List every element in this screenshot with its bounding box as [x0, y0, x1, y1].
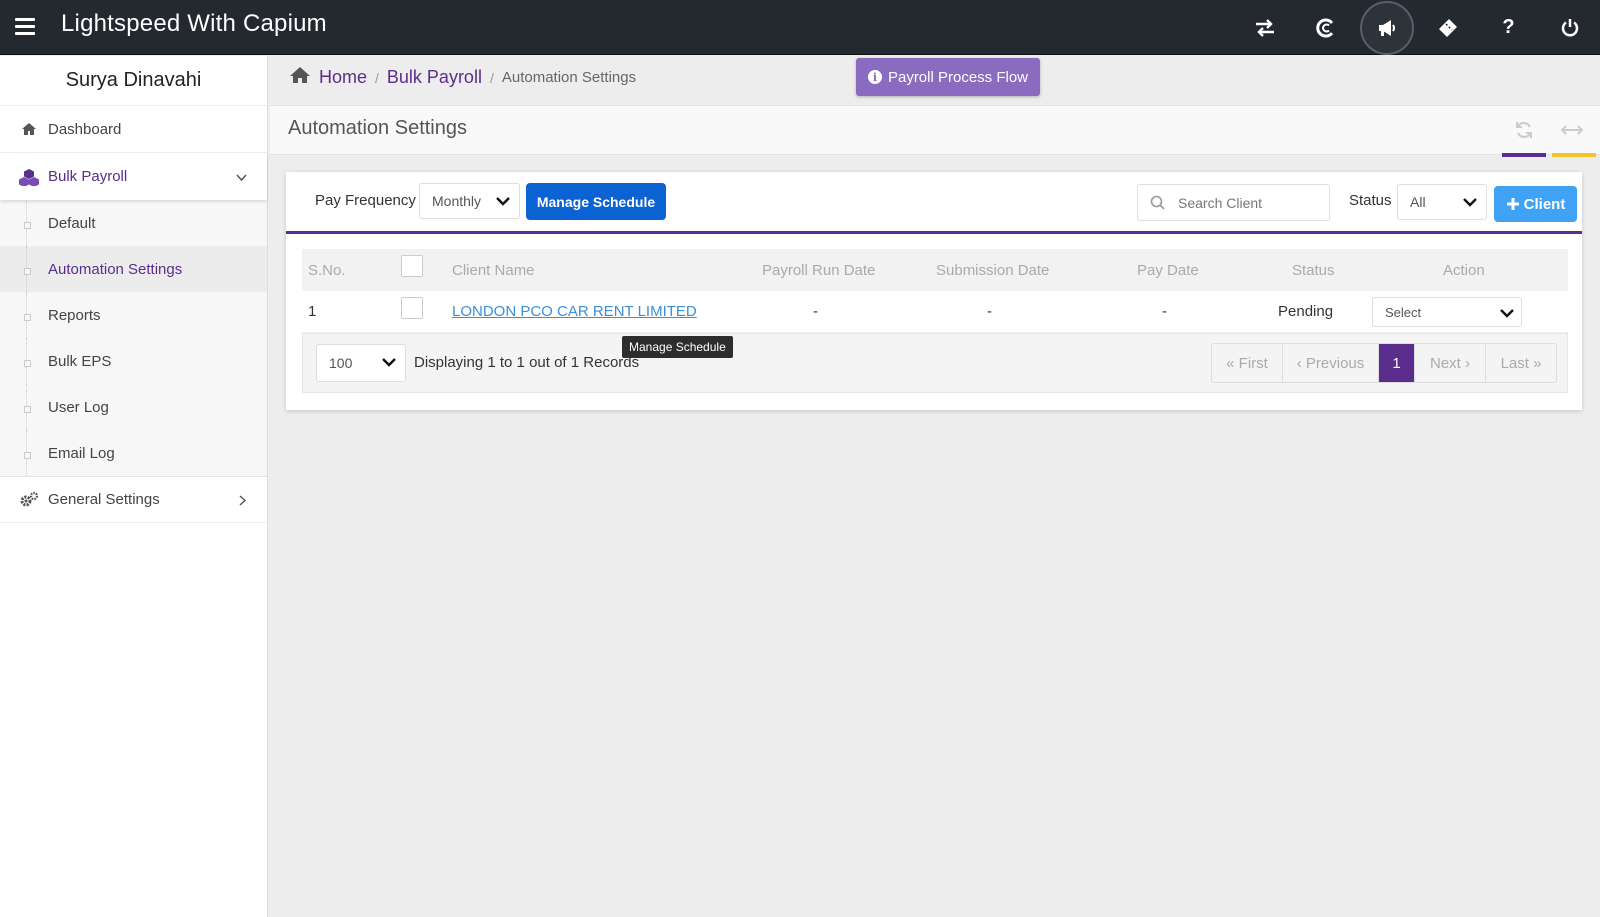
row-pay-date: -: [1162, 303, 1167, 320]
top-icons: ?: [1234, 0, 1600, 55]
bulk-payroll-submenu: Default Automation Settings Reports Bulk…: [0, 200, 267, 476]
pagination-page-1[interactable]: 1: [1379, 344, 1415, 382]
manage-schedule-button[interactable]: Manage Schedule: [526, 183, 666, 220]
sidebar-item-automation-settings[interactable]: Automation Settings: [0, 246, 267, 292]
row-submission-date: -: [987, 303, 992, 320]
sidebar-item-user-log[interactable]: User Log: [0, 384, 267, 430]
capium-icon[interactable]: [1295, 0, 1356, 55]
col-submission-date: Submission Date: [936, 261, 1050, 279]
transfer-icon[interactable]: [1234, 0, 1295, 55]
row-checkbox[interactable]: [401, 297, 423, 319]
status-label: Status: [1349, 192, 1392, 209]
clients-table: S.No. Client Name Payroll Run Date Submi…: [302, 249, 1568, 333]
sidebar-item-label: Bulk Payroll: [48, 168, 128, 185]
home-icon[interactable]: [289, 66, 311, 89]
table-footer: 100 Displaying 1 to 1 out of 1 Records «…: [302, 333, 1568, 393]
sidebar-item-bulk-payroll[interactable]: Bulk Payroll: [0, 153, 267, 200]
app-title: Lightspeed With Capium: [61, 10, 327, 37]
power-icon[interactable]: [1539, 0, 1600, 55]
sidebar-item-bulk-eps[interactable]: Bulk EPS: [0, 338, 267, 384]
yellow-accent-bar: [1552, 153, 1596, 157]
automation-settings-panel: Pay Frequency Monthly Manage Schedule Se…: [286, 172, 1582, 410]
sidebar-item-dashboard[interactable]: Dashboard: [0, 106, 267, 153]
hamburger-menu-icon[interactable]: [15, 18, 35, 36]
breadcrumb: Home / Bulk Payroll / Automation Setting…: [289, 66, 636, 89]
col-status: Status: [1292, 261, 1335, 279]
expand-width-icon[interactable]: [1560, 120, 1584, 143]
table-row: 1 LONDON PCO CAR RENT LIMITED - - - Pend…: [302, 291, 1568, 333]
chevron-down-icon: [1500, 309, 1514, 318]
megaphone-icon[interactable]: [1356, 0, 1417, 55]
row-payroll-run-date: -: [813, 303, 818, 320]
page-size-select[interactable]: 100: [316, 344, 406, 382]
col-pay-date: Pay Date: [1137, 261, 1199, 279]
payroll-process-flow-label: Payroll Process Flow: [887, 68, 1029, 86]
records-summary: Displaying 1 to 1 out of 1 Records: [414, 354, 640, 371]
select-all-checkbox[interactable]: [401, 255, 423, 277]
pagination-last[interactable]: Last »: [1486, 344, 1556, 382]
search-client-input[interactable]: Search Client: [1137, 184, 1330, 221]
breadcrumb-home[interactable]: Home: [319, 67, 367, 88]
breadcrumb-bulk-payroll[interactable]: Bulk Payroll: [387, 67, 482, 88]
user-name: Surya Dinavahi: [0, 56, 267, 106]
sidebar-item-default[interactable]: Default: [0, 200, 267, 246]
sidebar-item-label: General Settings: [48, 491, 160, 508]
breadcrumb-separator: /: [489, 69, 494, 86]
help-icon[interactable]: ?: [1478, 0, 1539, 55]
col-client-name: Client Name: [452, 261, 535, 279]
row-sno: 1: [308, 303, 317, 320]
top-bar: Lightspeed With Capium ?: [0, 0, 1600, 55]
client-name-link[interactable]: LONDON PCO CAR RENT LIMITED: [452, 303, 697, 320]
chevron-right-icon: [239, 493, 247, 510]
chevron-down-icon: [382, 358, 396, 367]
add-client-label: Client: [1523, 195, 1566, 213]
info-icon: i: [867, 70, 882, 84]
pay-frequency-select[interactable]: Monthly: [419, 183, 520, 219]
page-header: Automation Settings: [270, 105, 1600, 157]
pagination-next[interactable]: Next ›: [1415, 344, 1486, 382]
row-action-select[interactable]: Select: [1372, 297, 1522, 327]
sidebar-item-email-log[interactable]: Email Log: [0, 430, 267, 476]
manage-schedule-tooltip: Manage Schedule: [622, 336, 733, 358]
search-placeholder: Search Client: [1178, 194, 1263, 211]
status-value: All: [1410, 194, 1426, 210]
purple-accent-bar: [1502, 153, 1546, 157]
col-payroll-run-date: Payroll Run Date: [762, 261, 876, 279]
panel-toolbar: Pay Frequency Monthly Manage Schedule Se…: [286, 172, 1582, 234]
refresh-icon[interactable]: [1514, 120, 1534, 146]
page-size-value: 100: [329, 355, 353, 371]
pagination: « First ‹ Previous 1 Next › Last »: [1211, 343, 1557, 383]
pay-frequency-value: Monthly: [432, 193, 482, 209]
col-sno: S.No.: [308, 261, 346, 279]
sidebar: Surya Dinavahi Dashboard Bulk Payroll De…: [0, 56, 268, 917]
sidebar-item-label: Dashboard: [48, 120, 122, 138]
sidebar-item-reports[interactable]: Reports: [0, 292, 267, 338]
breadcrumb-separator: /: [375, 69, 379, 86]
pagination-first[interactable]: « First: [1212, 344, 1283, 382]
chevron-down-icon: [1463, 198, 1477, 207]
search-icon: [1150, 195, 1165, 210]
gears-icon: [18, 491, 40, 509]
home-icon: [18, 122, 40, 136]
plus-icon: [1506, 198, 1519, 210]
col-action: Action: [1443, 261, 1485, 279]
ticket-icon[interactable]: [1417, 0, 1478, 55]
row-status: Pending: [1278, 303, 1334, 320]
table-header: S.No. Client Name Payroll Run Date Submi…: [302, 249, 1568, 291]
sidebar-item-general-settings[interactable]: General Settings: [0, 476, 267, 523]
payroll-process-flow-button[interactable]: i Payroll Process Flow: [856, 58, 1040, 96]
chevron-down-icon: [496, 197, 510, 206]
status-select[interactable]: All: [1397, 184, 1487, 220]
add-client-button[interactable]: Client: [1494, 186, 1577, 222]
page-title: Automation Settings: [288, 117, 467, 139]
cubes-icon: [18, 168, 40, 186]
pagination-previous[interactable]: ‹ Previous: [1283, 344, 1379, 382]
pay-frequency-label: Pay Frequency: [315, 192, 416, 209]
chevron-down-icon: [236, 169, 247, 186]
row-action-value: Select: [1385, 304, 1422, 320]
breadcrumb-current: Automation Settings: [501, 69, 637, 86]
